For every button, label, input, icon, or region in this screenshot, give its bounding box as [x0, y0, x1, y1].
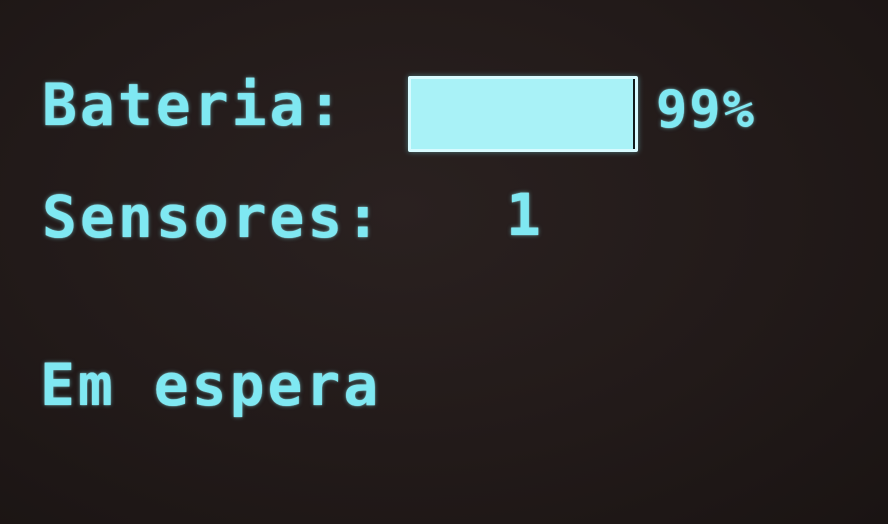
- status-text: Em espera: [40, 351, 382, 419]
- oled-display: Bateria: 99% Sensores: 1 Em espera: [0, 0, 888, 524]
- battery-level-bar: [408, 76, 638, 152]
- sensors-label: Sensores:: [42, 183, 384, 251]
- sensors-count: 1: [506, 181, 544, 249]
- battery-percent: 99%: [656, 80, 756, 140]
- battery-label: Bateria:: [42, 71, 346, 139]
- battery-level-fill: [411, 79, 633, 149]
